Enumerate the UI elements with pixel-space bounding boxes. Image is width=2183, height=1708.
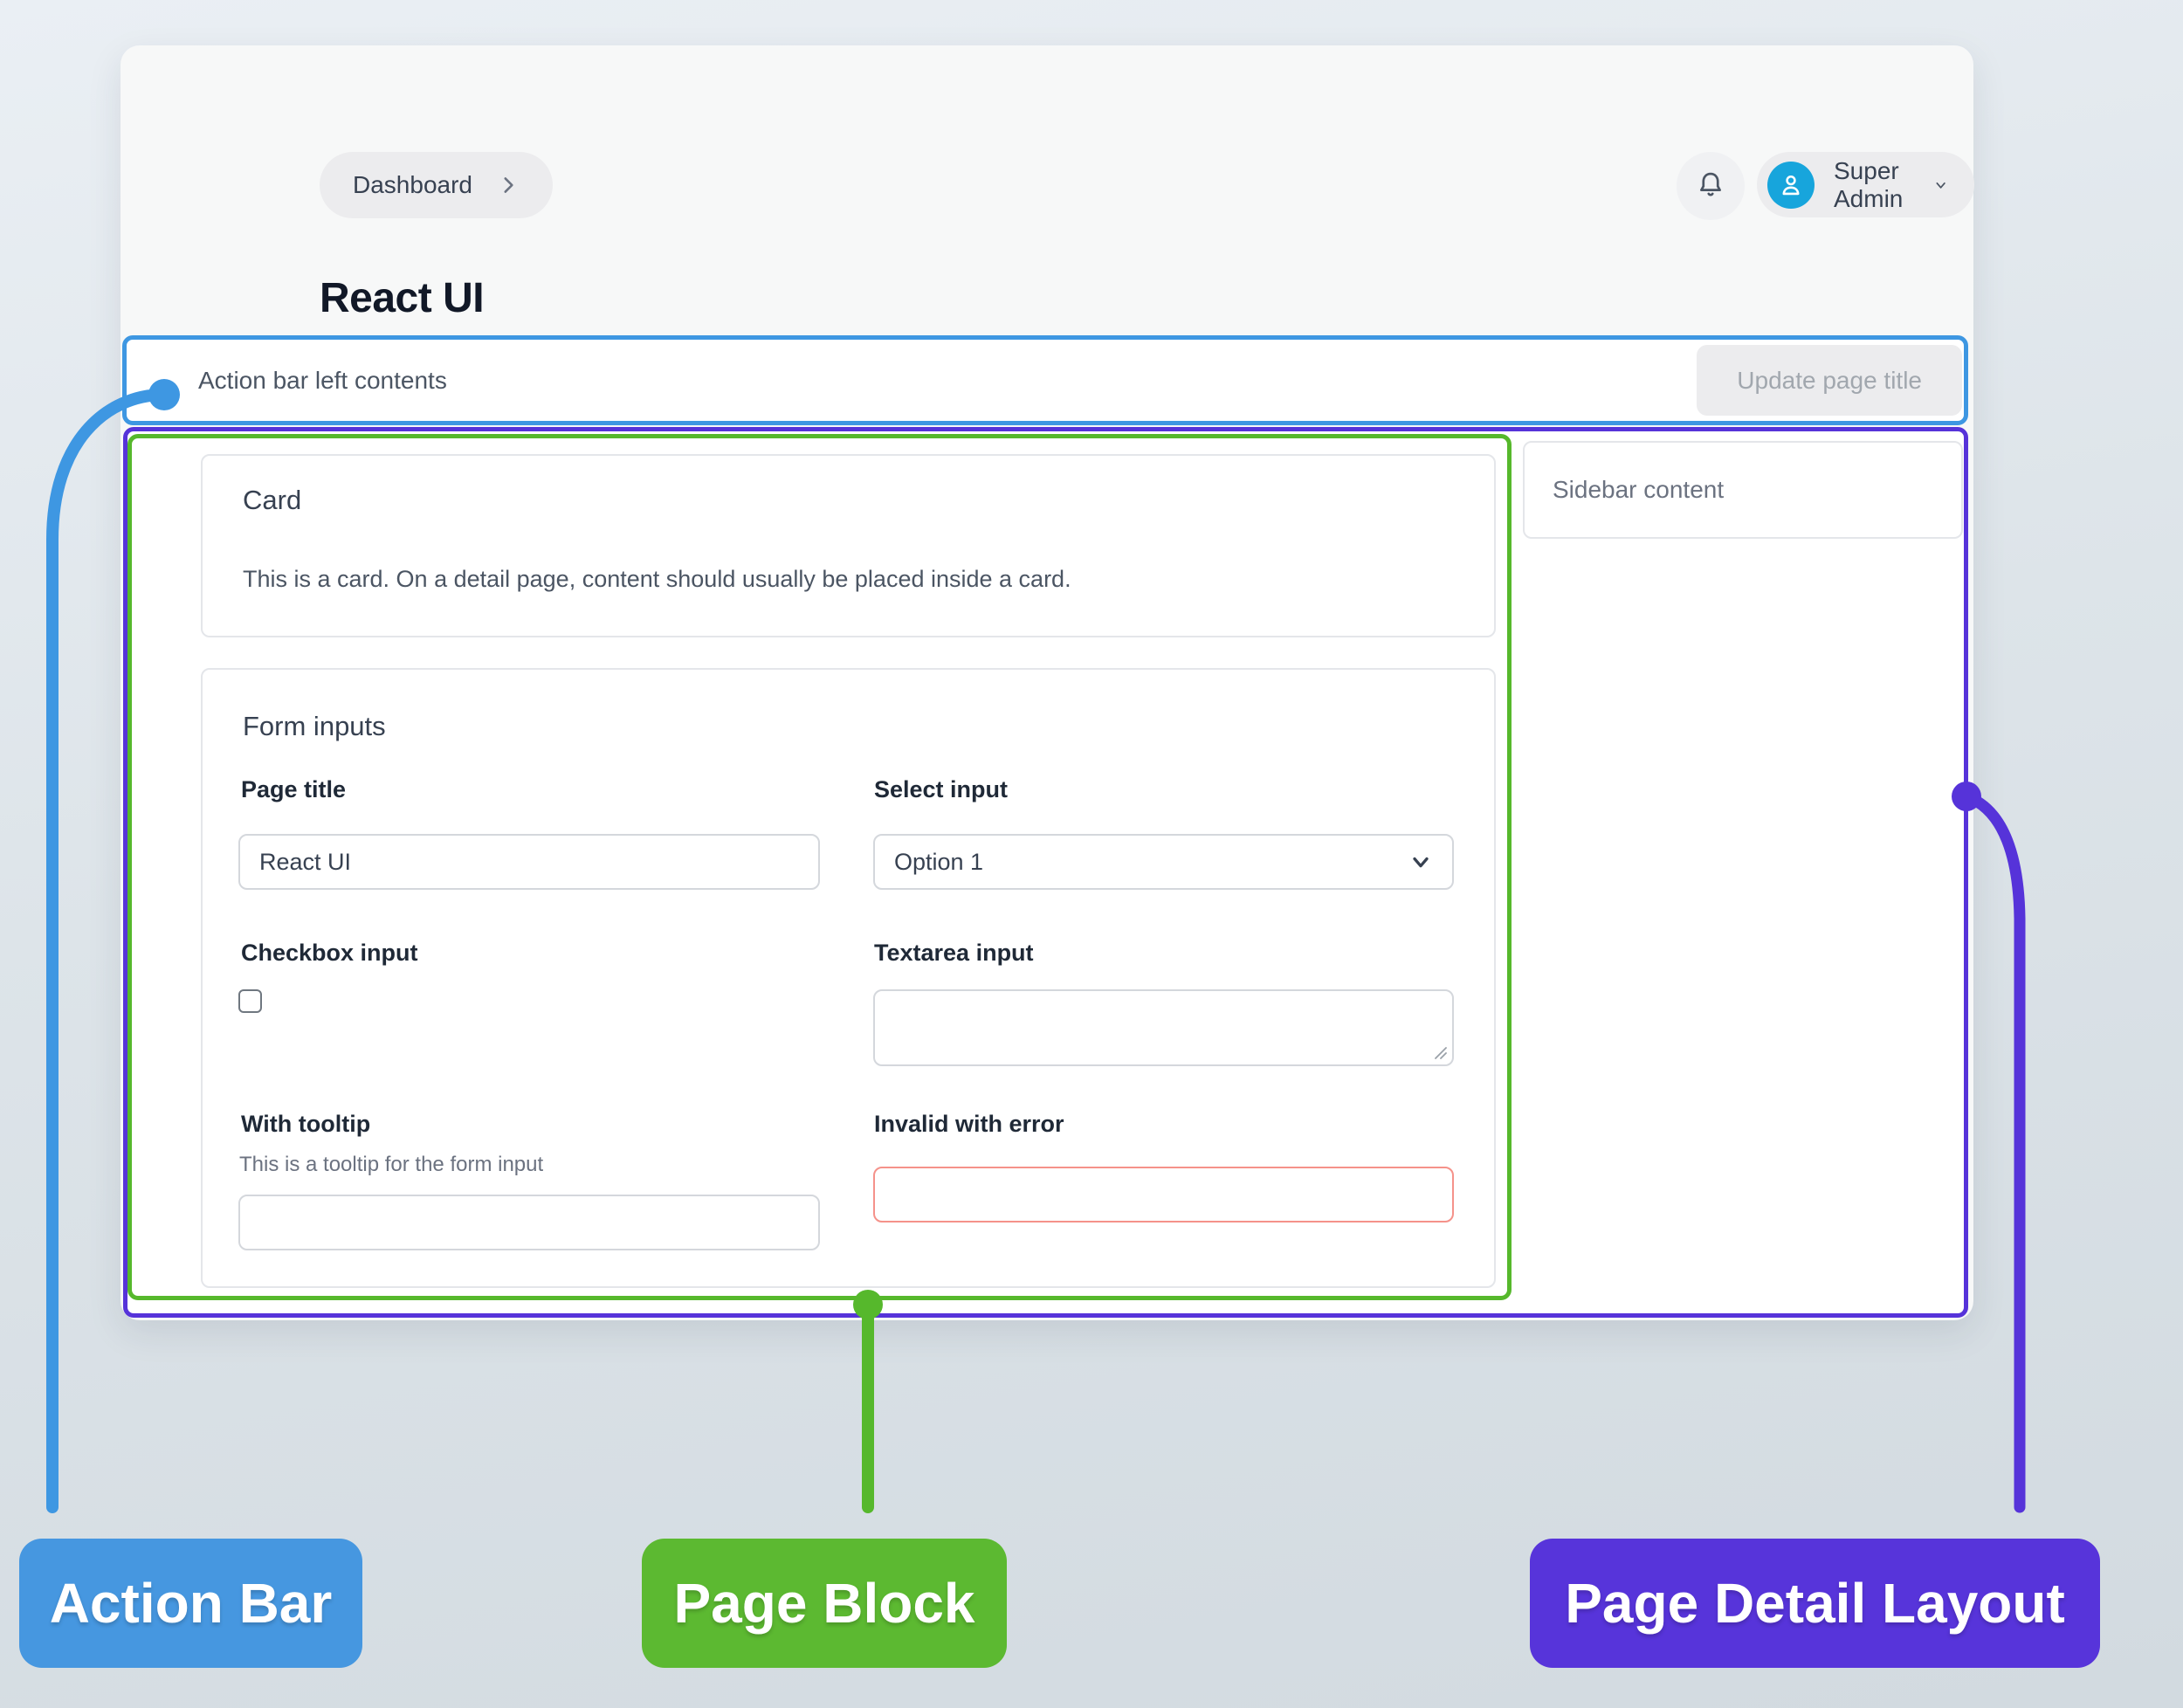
legend-page-block: Page Block <box>642 1539 1007 1668</box>
card-body-text: This is a card. On a detail page, conten… <box>243 566 1071 593</box>
invalid-error-input[interactable] <box>873 1167 1454 1222</box>
notifications-button[interactable] <box>1677 152 1745 220</box>
card: Card This is a card. On a detail page, c… <box>201 454 1496 637</box>
invalid-with-error-label: Invalid with error <box>874 1111 1064 1138</box>
checkbox-input-label: Checkbox input <box>241 940 418 967</box>
resize-corner-icon[interactable] <box>1432 1044 1448 1060</box>
sidebar-content-text: Sidebar content <box>1553 476 1724 504</box>
page-title: React UI <box>320 274 484 322</box>
breadcrumb[interactable]: Dashboard <box>320 152 553 218</box>
bell-icon <box>1694 169 1727 203</box>
user-icon <box>1776 170 1806 200</box>
chevron-right-icon <box>497 174 520 196</box>
legend-page-detail-layout: Page Detail Layout <box>1530 1539 2100 1668</box>
update-page-title-button[interactable]: Update page title <box>1697 345 1962 416</box>
with-tooltip-label: With tooltip <box>241 1111 370 1138</box>
page-detail-connector-line <box>1966 796 2020 1507</box>
textarea-input[interactable] <box>873 989 1454 1066</box>
breadcrumb-item-dashboard[interactable]: Dashboard <box>353 171 472 199</box>
action-bar-left-text: Action bar left contents <box>198 367 447 395</box>
page-title-label: Page title <box>241 776 346 803</box>
action-bar: Action bar left contents Update page tit… <box>122 335 1968 425</box>
user-name: Super Admin <box>1834 157 1914 213</box>
page-title-input[interactable] <box>238 834 820 890</box>
chevron-down-icon <box>1408 850 1433 874</box>
checkbox-input[interactable] <box>238 989 262 1013</box>
legend-action-bar: Action Bar <box>19 1539 362 1668</box>
textarea-wrap <box>873 989 1454 1066</box>
card-title: Card <box>243 485 301 516</box>
tooltip-text: This is a tooltip for the form input <box>239 1153 543 1177</box>
user-menu[interactable]: Super Admin <box>1757 152 1974 217</box>
form-card-title: Form inputs <box>243 711 386 742</box>
select-input[interactable]: Option 1 <box>873 834 1454 890</box>
textarea-input-label: Textarea input <box>874 940 1034 967</box>
avatar <box>1767 162 1815 209</box>
select-input-label: Select input <box>874 776 1008 803</box>
sidebar-card: Sidebar content <box>1523 441 1963 539</box>
with-tooltip-input[interactable] <box>238 1195 820 1250</box>
select-value: Option 1 <box>894 849 983 876</box>
chevron-down-icon <box>1933 172 1948 198</box>
